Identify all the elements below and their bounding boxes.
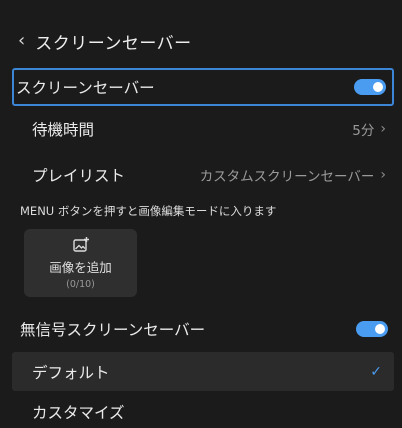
no-signal-toggle[interactable]	[356, 321, 388, 337]
page-title: スクリーンセーバー	[35, 33, 192, 54]
playlist-label: プレイリスト	[32, 167, 126, 185]
screensaver-toggle-row[interactable]: スクリーンセーバー	[12, 68, 394, 106]
edit-mode-hint: MENU ボタンを押すと画像編集モードに入ります	[20, 204, 277, 218]
wait-time-row[interactable]: 待機時間 5分 ›	[12, 110, 394, 148]
toggle-knob	[375, 324, 385, 334]
add-image-label: 画像を追加	[49, 260, 112, 275]
screensaver-label: スクリーンセーバー	[16, 79, 155, 97]
toggle-knob	[373, 82, 383, 92]
image-add-icon	[72, 237, 89, 252]
chevron-left-icon[interactable]: ‹	[18, 32, 25, 50]
option-customize[interactable]: カスタマイズ	[12, 396, 394, 428]
chevron-right-icon: ›	[380, 167, 386, 183]
checkmark-icon: ✓	[370, 363, 382, 380]
option-default-label: デフォルト	[32, 363, 110, 382]
page-header: ‹ スクリーンセーバー	[18, 25, 192, 57]
screensaver-toggle[interactable]	[354, 79, 386, 95]
option-customize-label: カスタマイズ	[32, 404, 125, 422]
no-signal-toggle-row[interactable]: 無信号スクリーンセーバー	[12, 310, 394, 348]
playlist-value-wrap: カスタムスクリーンセーバー ›	[200, 165, 386, 185]
wait-time-value-wrap: 5分 ›	[352, 119, 386, 139]
option-default[interactable]: デフォルト ✓	[12, 352, 394, 391]
image-count: (0/10)	[66, 279, 95, 290]
wait-time-value: 5分	[352, 123, 375, 139]
chevron-right-icon: ›	[380, 121, 386, 137]
no-signal-label: 無信号スクリーンセーバー	[20, 321, 206, 339]
add-image-button[interactable]: 画像を追加 (0/10)	[24, 229, 137, 297]
wait-time-label: 待機時間	[32, 121, 95, 139]
playlist-value: カスタムスクリーンセーバー	[199, 169, 375, 185]
playlist-row[interactable]: プレイリスト カスタムスクリーンセーバー ›	[12, 156, 394, 194]
